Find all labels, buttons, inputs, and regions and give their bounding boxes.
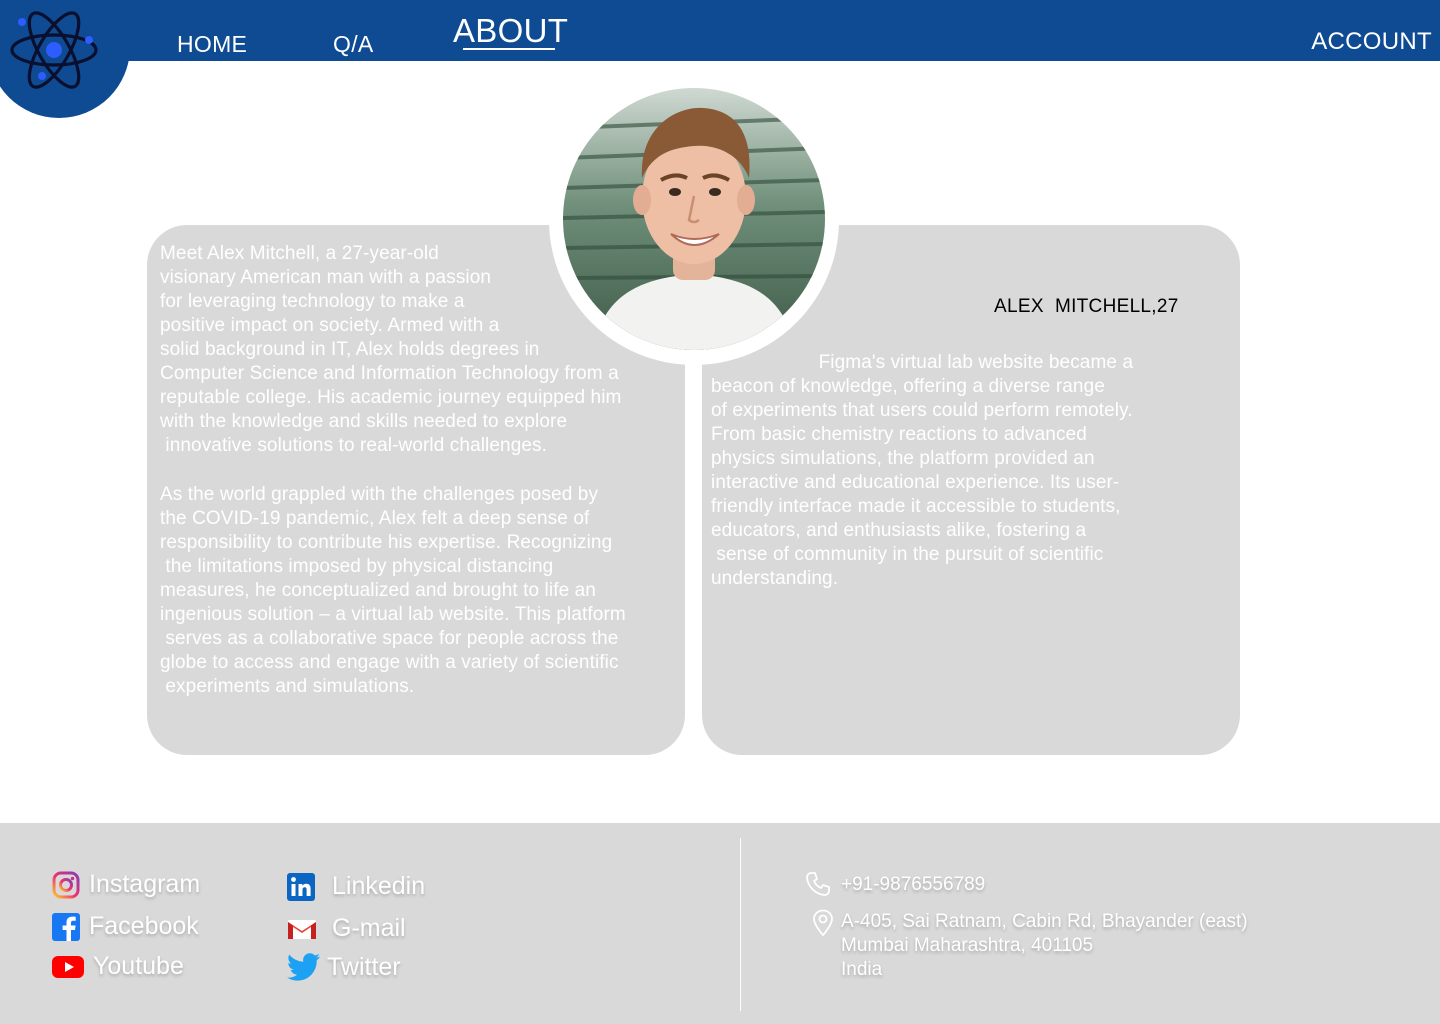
social-instagram[interactable]: Instagram bbox=[52, 870, 200, 899]
twitter-icon bbox=[287, 953, 320, 981]
nav-qa[interactable]: Q/A bbox=[333, 31, 374, 58]
gmail-label: G-mail bbox=[332, 914, 406, 942]
instagram-label: Instagram bbox=[89, 870, 201, 898]
bio-paragraph-intro: Meet Alex Mitchell, a 27-year-old vision… bbox=[160, 243, 622, 456]
facebook-label: Facebook bbox=[89, 912, 199, 940]
facebook-icon bbox=[52, 912, 80, 941]
contact-address-line2: Mumbai Maharashtra, 401105 bbox=[841, 935, 1094, 956]
bio-paragraph-platform: Figma's virtual lab website became a bea… bbox=[711, 352, 1134, 589]
footer-divider bbox=[740, 838, 741, 1011]
youtube-icon bbox=[52, 955, 84, 978]
nav-account[interactable]: ACCOUNT bbox=[1311, 28, 1432, 56]
phone-icon bbox=[806, 872, 830, 896]
location-pin-icon bbox=[813, 909, 833, 937]
gmail-icon bbox=[288, 919, 316, 939]
linkedin-icon bbox=[287, 872, 315, 901]
nav-about[interactable]: ABOUT bbox=[453, 12, 568, 50]
profile-name: ALEX MITCHELL,27 bbox=[994, 296, 1179, 317]
linkedin-label: Linkedin bbox=[332, 872, 426, 900]
nav-home[interactable]: HOME bbox=[177, 31, 247, 58]
instagram-icon bbox=[52, 871, 80, 898]
social-youtube[interactable]: Youtube bbox=[52, 952, 184, 981]
active-tab-underline bbox=[463, 48, 555, 50]
twitter-label: Twitter bbox=[327, 952, 401, 981]
social-linkedin[interactable]: Linkedin bbox=[287, 872, 425, 901]
social-facebook[interactable]: Facebook bbox=[52, 912, 199, 941]
bio-paragraph-covid: As the world grappled with the challenge… bbox=[160, 484, 626, 697]
youtube-label: Youtube bbox=[93, 952, 184, 980]
about-page: HOME Q/A ABOUT ACCOUNT Meet Alex Mitchel… bbox=[0, 0, 1440, 1024]
contact-address-line1: A-405, Sai Ratnam, Cabin Rd, Bhayander (… bbox=[841, 911, 1248, 932]
contact-phone[interactable]: +91-9876556789 bbox=[841, 874, 985, 896]
social-twitter[interactable]: Twitter bbox=[287, 952, 401, 982]
atom-icon[interactable] bbox=[8, 8, 100, 94]
profile-photo bbox=[563, 88, 825, 350]
contact-address-line3: India bbox=[841, 959, 883, 980]
social-gmail[interactable]: G-mail bbox=[287, 914, 406, 943]
